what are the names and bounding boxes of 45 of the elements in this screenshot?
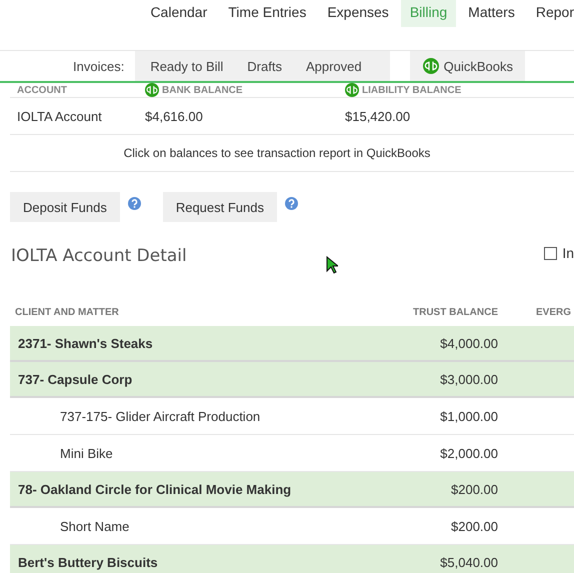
trust-balance: $5,040.00 [439,554,498,570]
trust-balance: $2,000.00 [439,446,498,460]
client-name: 78- Oakland Circle for Clinical Movie Making [17,482,292,496]
quickbooks-logo-icon [145,83,159,97]
section-title: IOLTA Account Detail [11,246,187,266]
column-header: EVERG [535,307,572,318]
nav-tab[interactable]: Time Entries [219,0,316,27]
trust-balance: $200.00 [450,518,498,534]
invoice-tab[interactable]: Approved [306,58,362,74]
client-name: 2371- Shawn's Steaks [17,336,154,350]
action-button[interactable]: Deposit Funds [10,192,120,222]
checkbox-label: In [562,245,574,261]
matter-name: Mini Bike [59,446,114,460]
nav-tab[interactable]: Calendar [141,0,216,27]
trust-balance: $4,000.00 [439,336,498,350]
nav-tab[interactable]: Matters [459,0,524,27]
column-header: BANK BALANCE [162,84,243,96]
column-header: LIABILITY BALANCE [362,84,462,96]
trust-balance: $1,000.00 [439,408,498,424]
nav-tab[interactable]: Expenses [318,0,398,27]
account-name: IOLTA Account [17,108,103,124]
quickbooks-logo-icon [345,83,359,97]
nav-tab[interactable]: Repor [526,0,574,27]
column-header: ACCOUNT [17,84,67,96]
column-header: TRUST BALANCE [412,307,498,318]
action-button[interactable]: Request Funds [162,192,277,222]
note-text: Click on balances to see transaction report in QuickBooks [124,146,430,160]
matter-name: 737-175- Glider Aircraft Production [59,408,262,424]
matter-name: Short Name [59,518,130,534]
invoice-tab[interactable]: Drafts [247,58,282,74]
mouse-pointer-icon [326,256,338,274]
client-name: 737- Capsule Corp [17,372,134,386]
help-icon[interactable] [285,197,298,210]
client-name: Bert's Buttery Biscuits [17,554,159,570]
bank-balance-link[interactable]: $4,616.00 [145,108,345,124]
quickbooks-logo-icon [422,58,439,74]
checkbox[interactable] [544,246,558,260]
trust-balance: $200.00 [450,482,498,496]
quickbooks-button[interactable]: QuickBooks [410,51,526,81]
trust-balance: $3,000.00 [439,372,498,386]
invoice-tab[interactable]: Ready to Bill [150,58,224,74]
liability-balance-link[interactable]: $15,420.00 [345,108,574,124]
help-icon[interactable] [128,197,141,210]
column-header: CLIENT AND MATTER [14,307,120,318]
invoices-label: Invoices: [73,58,124,74]
